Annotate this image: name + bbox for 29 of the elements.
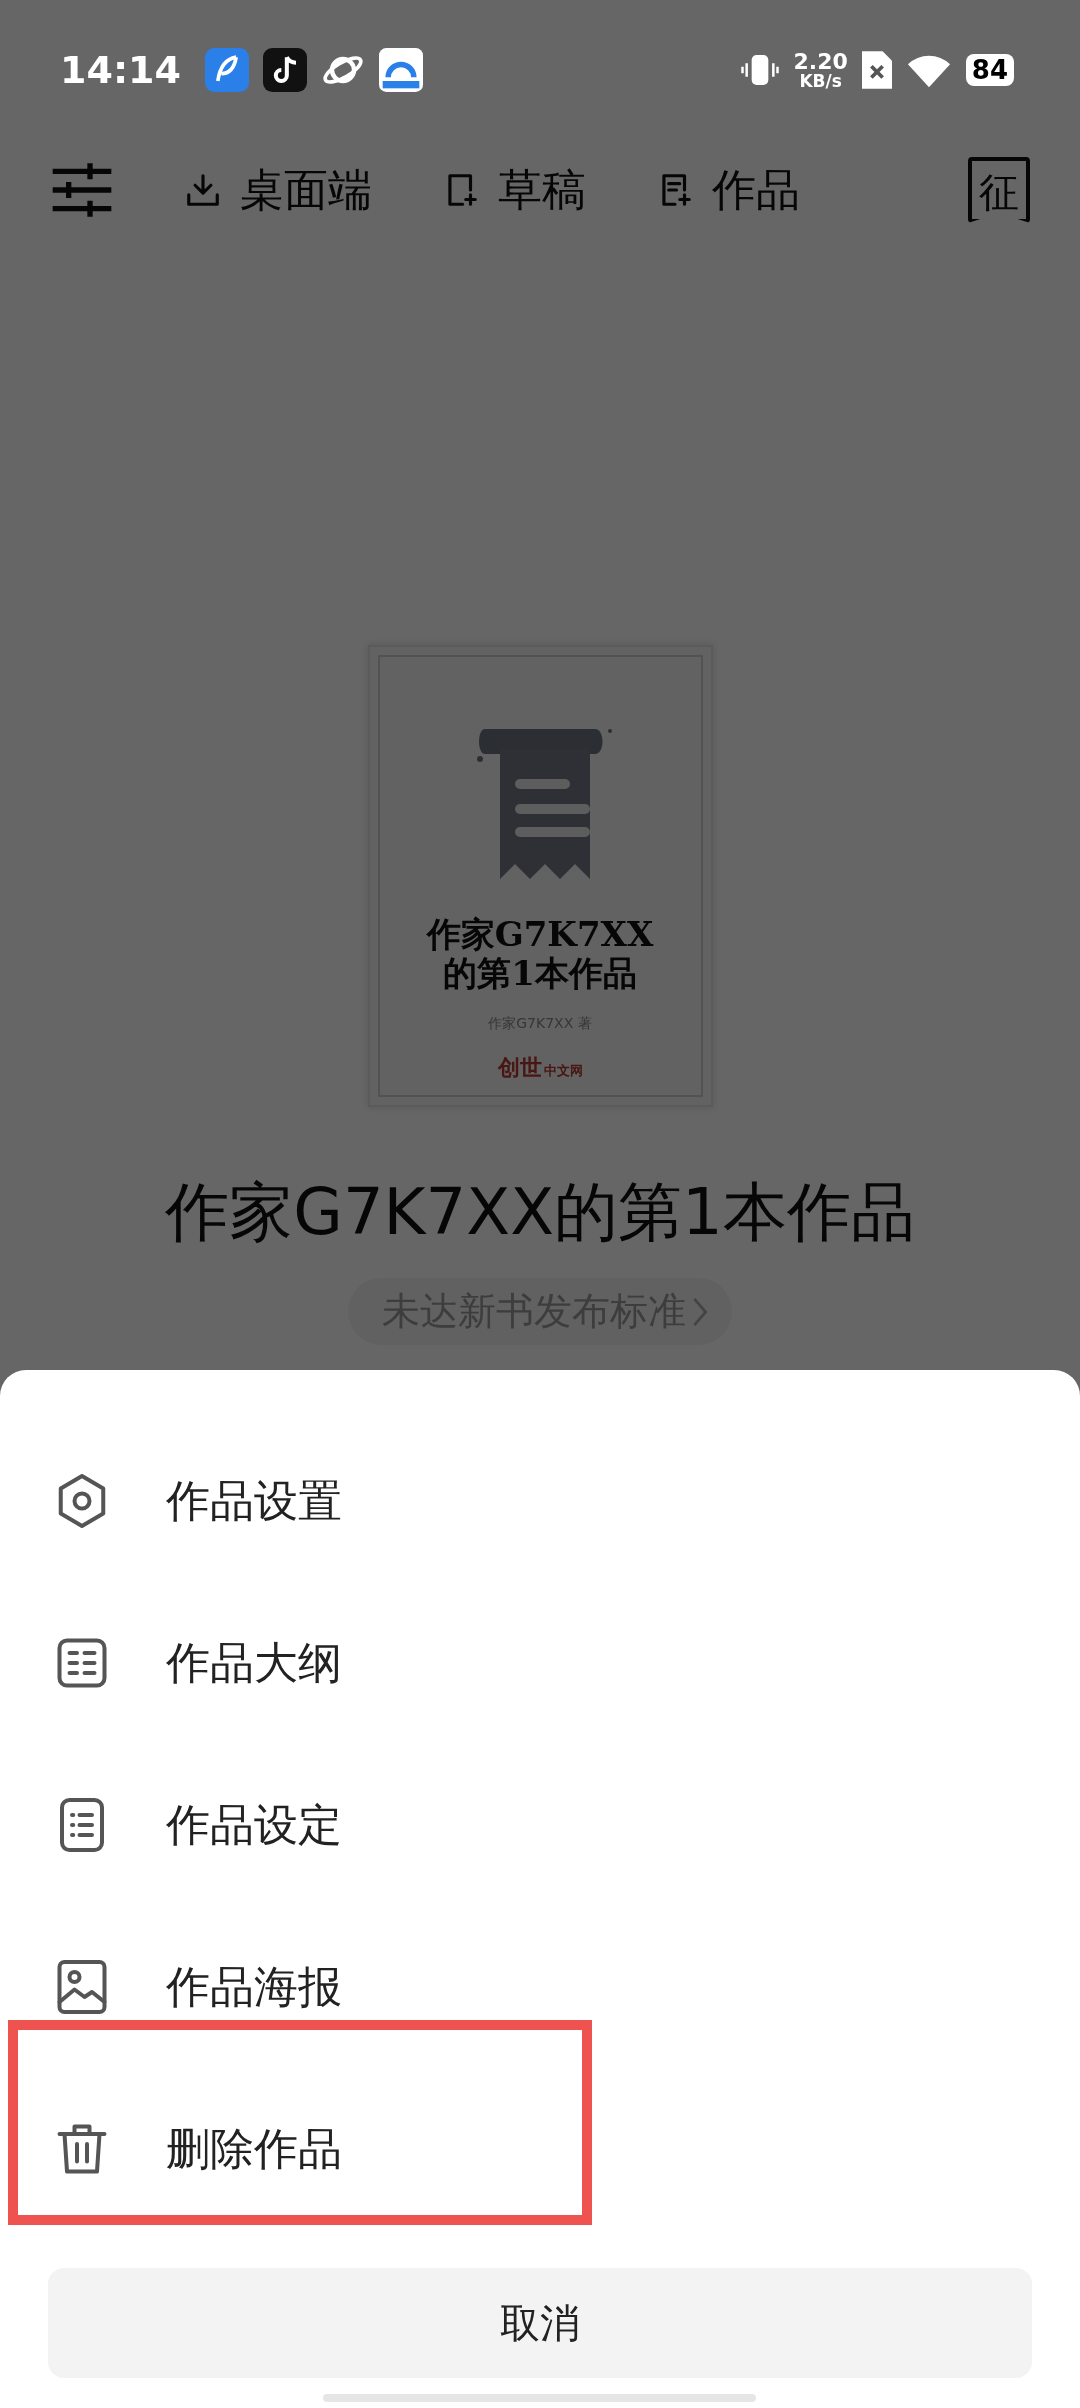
sim-off-icon	[861, 50, 892, 90]
menu-label: 作品设置	[166, 1473, 342, 1528]
filter-sliders-icon[interactable]	[50, 160, 114, 220]
toolbar-button[interactable]: 草稿	[442, 160, 586, 220]
chevron-right-icon	[692, 1296, 708, 1327]
publisher-name: 中文网	[543, 1062, 583, 1081]
toolbar-button[interactable]: 作品	[656, 160, 800, 220]
cloud-app-icon	[378, 48, 423, 92]
battery-level: 84	[965, 54, 1014, 86]
menu-item[interactable]: 作品海报	[0, 1906, 1080, 2068]
menu-item[interactable]: 作品大纲	[0, 1582, 1080, 1744]
menu-item[interactable]: 作品设定	[0, 1744, 1080, 1906]
menu-label: 作品设定	[166, 1797, 342, 1852]
menu-label: 删除作品	[166, 2121, 342, 2176]
network-speed: 2.20	[793, 50, 848, 73]
app-icon	[204, 48, 249, 92]
menu-label: 作品海报	[166, 1959, 342, 2014]
cancel-button[interactable]: 取消	[48, 2268, 1032, 2378]
publisher-logo: 创世	[497, 1053, 542, 1083]
book-title: 作家G7K7XX的第1本作品	[165, 1174, 915, 1251]
menu-item[interactable]: 删除作品	[0, 2068, 1080, 2230]
menu-label: 作品大纲	[166, 1635, 342, 1690]
cover-title: 作家G7K7XX 的第1本作品	[426, 915, 654, 994]
network-unit: KB/s	[799, 72, 842, 90]
status-time: 14:14	[60, 48, 181, 92]
toolbar-button[interactable]: 桌面端	[184, 160, 372, 220]
music-note-icon	[262, 48, 307, 92]
menu-item[interactable]: 作品设置	[0, 1420, 1080, 1582]
campaign-badge[interactable]: 征	[968, 157, 1030, 223]
